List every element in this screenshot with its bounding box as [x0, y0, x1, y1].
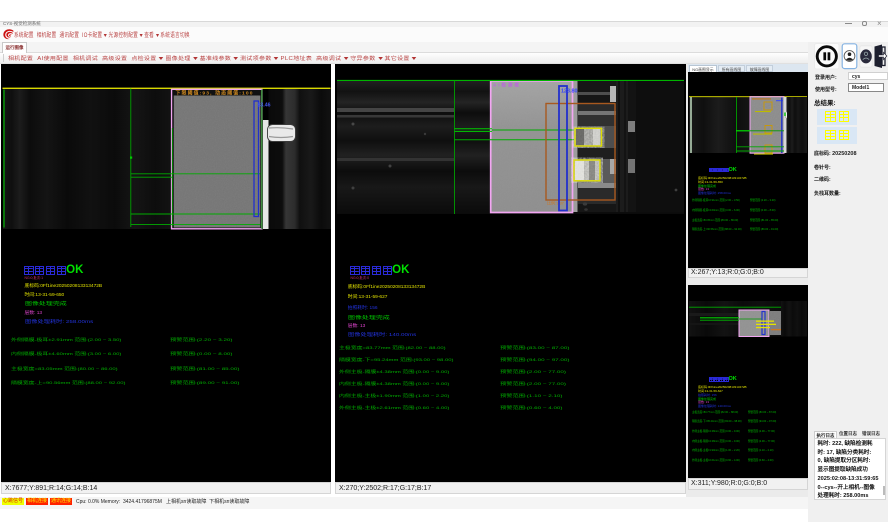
svg-text:123.80: 123.80 [561, 88, 578, 94]
svg-text:下限阈值:93, 动态阈值:100: 下限阈值:93, 动态阈值:100 [176, 89, 253, 96]
svg-text:比例:1.37: 比例:1.37 [547, 199, 565, 205]
svg-text:83.46: 83.46 [258, 102, 271, 108]
